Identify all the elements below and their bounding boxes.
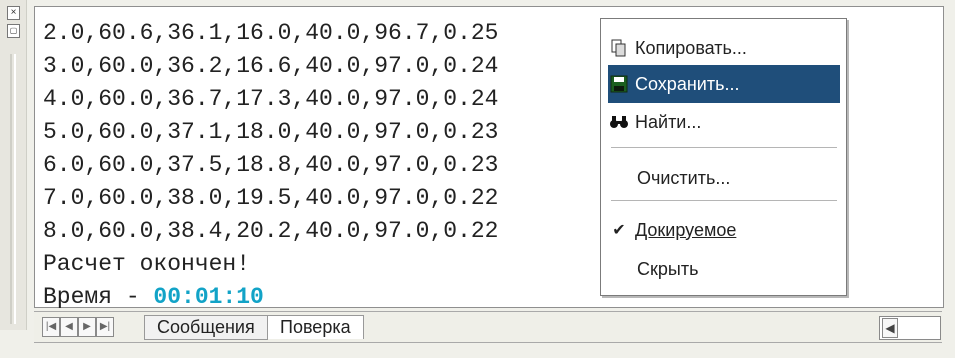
log-line: 5.0,60.0,37.1,18.0,40.0,97.0,0.23 [43, 119, 499, 145]
gripper-line-highlight [14, 54, 16, 324]
menu-item-label: Копировать... [635, 37, 747, 58]
menu-item-clear[interactable]: Очистить... [608, 159, 867, 197]
menu-item-label: Сохранить... [635, 73, 740, 94]
menu-item-hide[interactable]: Скрыть [608, 250, 867, 288]
menu-item-label: Докируемое [635, 219, 737, 240]
previous-tab-icon[interactable]: ◀ [60, 317, 78, 337]
context-menu: Копировать... Сохранить... Найти... Очис… [600, 18, 847, 296]
menu-item-dockable[interactable]: ✔ Докируемое [608, 211, 840, 249]
tab-verification[interactable]: Поверка [267, 315, 364, 339]
log-lines: 2.0,60.6,36.1,16.0,40.0,96.7,0.25 3.0,60… [43, 17, 498, 314]
calculation-finished: Расчет окончен! [43, 251, 251, 277]
log-line: 7.0,60.0,38.0,19.5,40.0,97.0,0.22 [43, 185, 499, 211]
log-line: 3.0,60.0,36.2,16.6,40.0,97.0,0.24 [43, 53, 499, 79]
menu-item-label: Найти... [635, 111, 702, 132]
check-icon: ✔ [612, 222, 626, 239]
log-line: 2.0,60.6,36.1,16.0,40.0,96.7,0.25 [43, 20, 499, 46]
menu-item-label: Скрыть [637, 258, 699, 279]
gripper-line [10, 54, 12, 324]
menu-item-label: Очистить... [637, 167, 731, 188]
binoculars-icon [608, 111, 630, 133]
log-line: 6.0,60.0,37.5,18.8,40.0,97.0,0.23 [43, 152, 499, 178]
menu-separator [611, 147, 837, 148]
save-icon [608, 73, 630, 95]
time-value: 00:01:10 [153, 284, 264, 310]
tab-messages[interactable]: Сообщения [144, 315, 268, 340]
menu-item-find[interactable]: Найти... [608, 103, 840, 141]
dock-icon[interactable]: ▢ [7, 24, 20, 38]
menu-separator [611, 200, 837, 201]
log-line: 8.0,60.0,38.4,20.2,40.0,97.0,0.22 [43, 218, 499, 244]
time-label: Время - [43, 284, 154, 310]
log-line: 4.0,60.0,36.7,17.3,40.0,97.0,0.24 [43, 86, 499, 112]
time-line: Время - 00:01:10 [43, 281, 498, 314]
first-tab-icon[interactable]: |◀ [42, 317, 60, 337]
copy-icon [608, 37, 630, 59]
last-tab-icon[interactable]: ▶| [96, 317, 114, 337]
tab-bar: |◀ ◀ ▶ ▶| Сообщения Поверка ◀ [34, 311, 942, 343]
panel-gripper: × ▢ [0, 0, 27, 330]
next-tab-icon[interactable]: ▶ [78, 317, 96, 337]
scroll-left-icon[interactable]: ◀ [882, 318, 898, 338]
menu-item-copy[interactable]: Копировать... [608, 29, 840, 67]
menu-item-save[interactable]: Сохранить... [608, 65, 840, 103]
close-icon[interactable]: × [7, 6, 20, 20]
